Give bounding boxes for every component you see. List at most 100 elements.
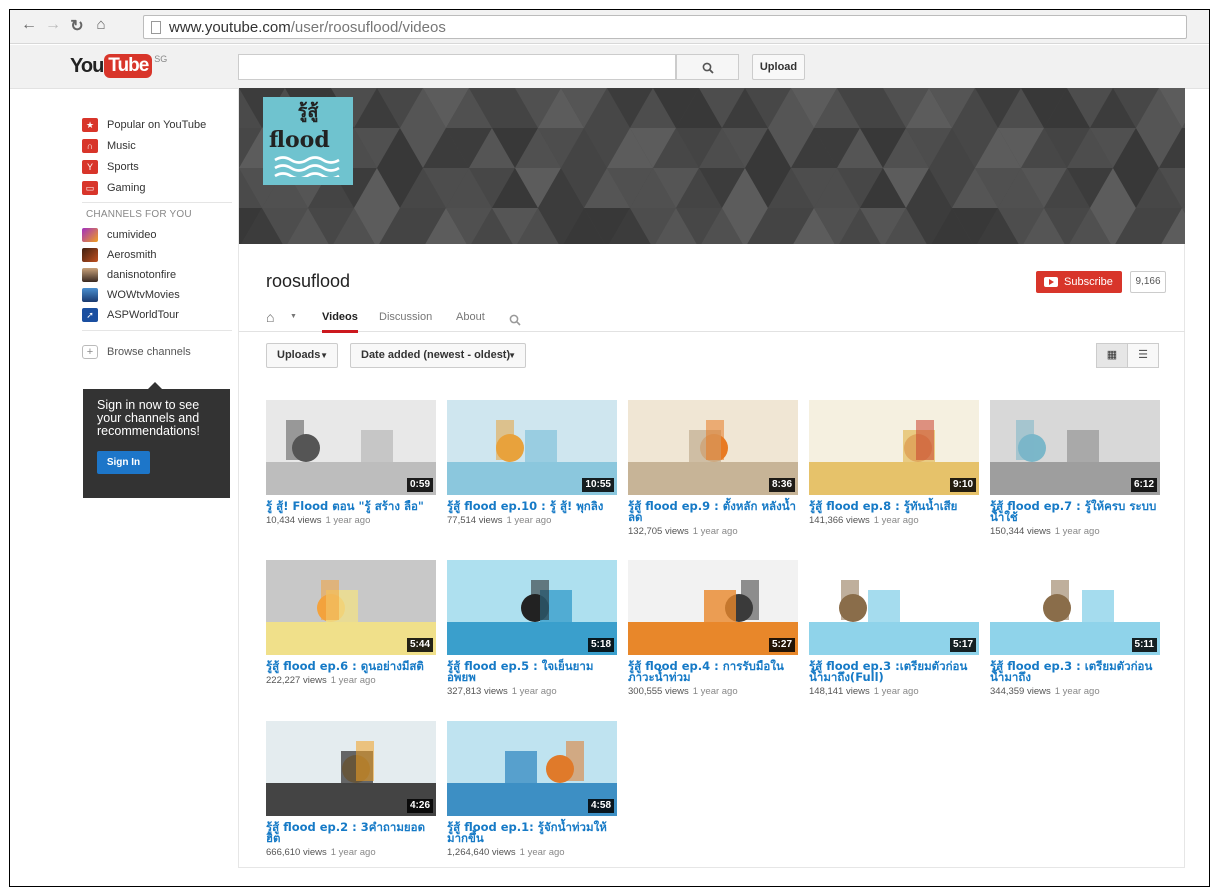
video-meta: 141,366 views 1 year ago <box>809 515 919 526</box>
region-label: SG <box>154 54 168 64</box>
guide-item-popular[interactable]: ★ Popular on YouTube <box>82 116 206 134</box>
guide-item-gaming[interactable]: ▭ Gaming <box>82 179 146 197</box>
video-title[interactable]: รู้สู้ flood ep.2 : 3คำถามยอดฮิต <box>266 821 436 844</box>
search-input[interactable] <box>238 54 676 80</box>
video-title[interactable]: รู้สู้ flood ep.6 : ดูนอย่างมีสติ <box>266 660 436 672</box>
masthead: You Tube SG Upload <box>10 45 1209 89</box>
video-title[interactable]: รู้สู้ flood ep.5 : ใจเย็นยามอพยพ <box>447 660 617 683</box>
youtube-logo[interactable]: You Tube SG <box>70 54 167 78</box>
sports-icon: Y <box>82 160 98 175</box>
upload-age: 1 year ago <box>692 526 738 537</box>
video-thumbnail[interactable]: 0:59 <box>266 400 436 495</box>
chevron-down-icon[interactable]: ▼ <box>290 313 297 320</box>
view-count: 327,813 views <box>447 686 508 697</box>
home-icon[interactable]: ⌂ <box>266 309 274 325</box>
video-duration: 10:55 <box>582 478 614 492</box>
guide-channel-aspworldtour[interactable]: ➚ ASPWorldTour <box>82 306 179 324</box>
guide-sidebar: ★ Popular on YouTube ∩ Music Y Sports ▭ Gami… <box>10 90 236 886</box>
video-title[interactable]: รู้สู้ flood ep.1: รู้จักน้ำท่วมให้มากขึ… <box>447 821 617 844</box>
video-thumbnail[interactable]: 4:58 <box>447 721 617 816</box>
video-title[interactable]: รู้สู้ flood ep.4 : การรับมือในภาวะน้ำท่… <box>628 660 798 683</box>
avatar <box>82 228 98 243</box>
upload-button[interactable]: Upload <box>752 54 805 80</box>
video-duration: 4:58 <box>587 799 614 813</box>
tab-videos[interactable]: Videos <box>322 311 358 333</box>
sort-dropdown[interactable]: Date added (newest - oldest) ▼ <box>350 343 526 368</box>
banner-pattern <box>239 88 1185 244</box>
address-bar[interactable]: www.youtube.com/user/roosuflood/videos <box>143 15 1187 39</box>
upload-age: 1 year ago <box>330 847 376 858</box>
back-icon[interactable]: ← <box>20 16 38 34</box>
guide-channel-aerosmith[interactable]: Aerosmith <box>82 246 157 264</box>
video-thumbnail[interactable]: 5:17 <box>809 560 979 655</box>
view-count: 77,514 views <box>447 515 503 526</box>
channel-page: รู้สู้ flood roosuflood Subscribe 9,166 … <box>238 88 1185 868</box>
video-duration: 8:36 <box>768 478 795 492</box>
forward-icon[interactable]: → <box>44 16 62 34</box>
reload-icon[interactable]: ↻ <box>68 16 86 36</box>
gaming-icon: ▭ <box>82 181 98 196</box>
video-thumbnail[interactable]: 5:18 <box>447 560 617 655</box>
video-thumbnail[interactable]: 4:26 <box>266 721 436 816</box>
view-count: 1,264,640 views <box>447 847 516 858</box>
chevron-down-icon: ▼ <box>508 351 516 360</box>
video-thumbnail[interactable]: 9:10 <box>809 400 979 495</box>
guide-item-music[interactable]: ∩ Music <box>82 137 136 155</box>
video-thumbnail[interactable]: 5:11 <box>990 560 1160 655</box>
music-icon: ∩ <box>82 139 98 154</box>
video-title[interactable]: รู้สู้ flood ep.3 :เตรียมตัวก่อนน้ำมาถึง… <box>809 660 979 683</box>
avatar <box>82 248 98 263</box>
browser-toolbar: ← → ↻ ⌂ www.youtube.com/user/roosuflood/… <box>10 10 1209 44</box>
video-duration: 0:59 <box>406 478 433 492</box>
video-duration: 5:18 <box>587 638 614 652</box>
video-thumbnail[interactable]: 5:44 <box>266 560 436 655</box>
video-title[interactable]: รู้สู้ flood ep.3 : เตรียมตัวก่อนน้ำมาถึ… <box>990 660 1160 683</box>
video-meta: 1,264,640 views 1 year ago <box>447 847 565 858</box>
grid-view-button[interactable]: ▦ <box>1096 343 1128 368</box>
upload-age: 1 year ago <box>511 686 557 697</box>
tab-about[interactable]: About <box>456 311 485 323</box>
browser-window: ← → ↻ ⌂ www.youtube.com/user/roosuflood/… <box>9 9 1210 887</box>
video-thumbnail[interactable]: 6:12 <box>990 400 1160 495</box>
video-meta: 77,514 views 1 year ago <box>447 515 551 526</box>
home-icon[interactable]: ⌂ <box>92 16 110 33</box>
video-title[interactable]: รู้สู้ flood ep.7 : รู้ให้ครบ ระบบน้ำใช้ <box>990 500 1160 523</box>
chevron-down-icon: ▼ <box>320 351 328 360</box>
video-meta: 666,610 views 1 year ago <box>266 847 376 858</box>
video-thumbnail[interactable]: 5:27 <box>628 560 798 655</box>
popular-icon: ★ <box>82 118 98 133</box>
view-count: 222,227 views <box>266 675 327 686</box>
search-icon[interactable] <box>509 314 521 326</box>
guide-channel-cumivideo[interactable]: cumivideo <box>82 226 157 244</box>
list-icon: ☰ <box>1138 349 1148 361</box>
view-count: 150,344 views <box>990 526 1051 537</box>
video-title[interactable]: รู้สู้ flood ep.10 : รู้ สู้! พุกลิง <box>447 500 617 512</box>
upload-age: 1 year ago <box>519 847 565 858</box>
uploads-dropdown[interactable]: Uploads ▼ <box>266 343 338 368</box>
wave-icon <box>274 156 340 177</box>
guide-channel-wowtvmovies[interactable]: WOWtvMovies <box>82 286 180 304</box>
add-icon: + <box>82 345 98 360</box>
tab-discussion[interactable]: Discussion <box>379 311 432 323</box>
video-title[interactable]: รู้ สู้! Flood ตอน "รู้ สร้าง ลือ" <box>266 500 436 512</box>
video-duration: 5:11 <box>1131 638 1157 652</box>
video-meta: 150,344 views 1 year ago <box>990 526 1100 537</box>
browse-channels-link[interactable]: + Browse channels <box>82 343 191 361</box>
subscribe-button[interactable]: Subscribe <box>1036 271 1122 293</box>
guide-item-sports[interactable]: Y Sports <box>82 158 139 176</box>
video-duration: 4:26 <box>406 799 433 813</box>
video-meta: 148,141 views 1 year ago <box>809 686 919 697</box>
upload-age: 1 year ago <box>692 686 738 697</box>
video-meta: 222,227 views 1 year ago <box>266 675 376 686</box>
signin-button[interactable]: Sign In <box>97 451 150 474</box>
search-button[interactable] <box>676 54 739 80</box>
channel-name: roosuflood <box>266 271 351 291</box>
video-title[interactable]: รู้สู้ flood ep.8 : รู้ทันน้ำเสีย <box>809 500 979 512</box>
video-thumbnail[interactable]: 8:36 <box>628 400 798 495</box>
channel-logo[interactable]: รู้สู้ flood <box>263 97 353 185</box>
video-thumbnail[interactable]: 10:55 <box>447 400 617 495</box>
list-view-button[interactable]: ☰ <box>1127 343 1159 368</box>
signin-promo: Sign in now to see your channels and rec… <box>83 382 230 498</box>
video-title[interactable]: รู้สู้ flood ep.9 : ตั้งหลัก หลังน้ำลด <box>628 500 798 523</box>
guide-channel-danisnotonfire[interactable]: danisnotonfire <box>82 266 176 284</box>
